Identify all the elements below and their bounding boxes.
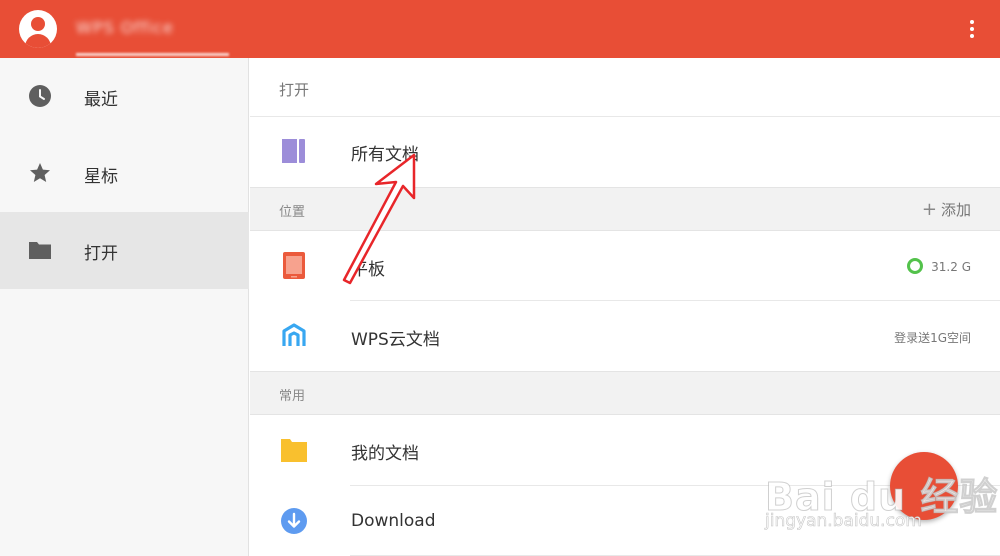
account-name[interactable]: WPS Office — [76, 18, 174, 37]
section-common: 常用 — [250, 371, 1000, 415]
all-documents-label: 所有文档 — [351, 145, 419, 165]
section-title: 常用 — [279, 389, 306, 404]
add-label: 添加 — [940, 201, 971, 219]
wps-cloud-icon — [282, 323, 306, 346]
tablet-storage-item[interactable]: 平板 31.2 G — [250, 231, 1000, 301]
floating-action-button[interactable] — [890, 452, 958, 520]
sidebar-item-open[interactable]: 打开 — [0, 212, 249, 289]
section-title: 位置 — [279, 205, 306, 220]
main-panel: 打开 所有文档 位置 + 添加 平板 31.2 G WPS云文档 登录送1G空间 … — [250, 58, 1000, 556]
sidebar-item-recent[interactable]: 最近 — [0, 58, 249, 135]
storage-indicator: 31.2 G — [907, 258, 971, 274]
avatar-body-shape — [25, 34, 51, 48]
folder-icon — [29, 242, 51, 259]
add-location-button[interactable]: + 添加 — [922, 199, 971, 220]
page-title: 打开 — [279, 81, 310, 99]
sidebar-item-label: 星标 — [84, 167, 118, 187]
my-documents-item[interactable]: 我的文档 — [250, 415, 1000, 485]
document-book-icon — [282, 139, 305, 163]
yellow-folder-icon — [281, 439, 307, 462]
top-app-bar: WPS Office — [0, 0, 1000, 58]
wps-cloud-item[interactable]: WPS云文档 登录送1G空间 — [250, 301, 1000, 371]
sidebar-item-label: 最近 — [84, 90, 118, 110]
avatar-head-shape — [31, 17, 45, 31]
open-header: 打开 — [250, 58, 1000, 116]
clock-icon — [29, 85, 51, 107]
avatar[interactable] — [19, 10, 57, 48]
star-icon — [30, 163, 50, 182]
download-item[interactable]: Download — [250, 486, 1000, 556]
sidebar-item-starred[interactable]: 星标 — [0, 135, 249, 212]
cloud-promo-text[interactable]: 登录送1G空间 — [894, 329, 971, 346]
account-underline — [76, 53, 229, 56]
all-documents-item[interactable]: 所有文档 — [250, 117, 1000, 187]
more-vertical-icon[interactable] — [958, 14, 986, 44]
sidebar-item-label: 打开 — [84, 244, 118, 264]
download-label: Download — [351, 511, 436, 531]
storage-ring-icon — [907, 258, 924, 274]
tablet-icon — [283, 252, 305, 279]
section-location: 位置 + 添加 — [250, 187, 1000, 231]
tablet-label: 平板 — [351, 260, 385, 280]
sidebar: 最近 星标 打开 — [0, 58, 249, 556]
plus-icon: + — [921, 199, 937, 220]
storage-size: 31.2 G — [931, 260, 971, 274]
download-icon — [281, 508, 307, 534]
my-documents-label: 我的文档 — [351, 444, 419, 464]
wps-cloud-label: WPS云文档 — [351, 330, 440, 350]
